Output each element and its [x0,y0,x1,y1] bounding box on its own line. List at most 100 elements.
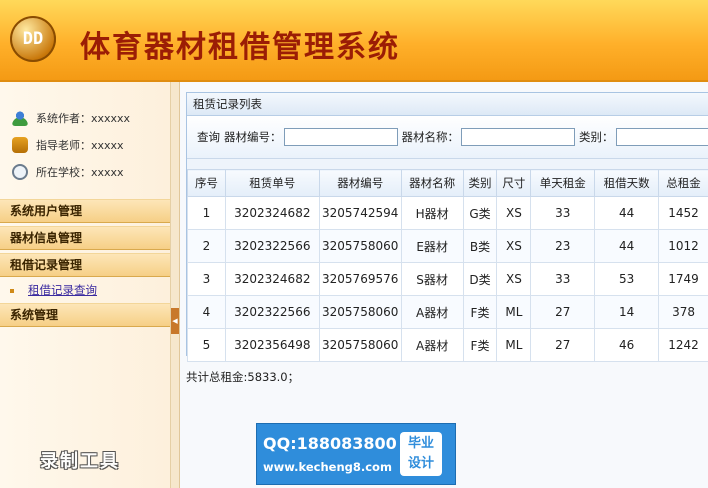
teacher-text: 指导老师：xxxxx [36,138,124,152]
recording-watermark: 录制工具 [40,451,120,472]
table-row[interactable]: 5 3202356498 3205758060 A器材 F类 ML 27 46 … [187,328,708,362]
col-rent-days[interactable]: 租借天数 [594,169,660,197]
cell-size: XS [496,196,532,230]
cell-daily-rent: 27 [530,328,596,362]
query-label: 查询 [197,130,220,144]
total-rent-summary: 共计总租金:5833.0； [186,370,300,384]
cell-equipment-name: E器材 [400,229,464,263]
cell-daily-rent: 33 [530,262,596,296]
cell-category: F类 [462,328,498,362]
cell-total-rent: 1012 [658,229,708,263]
cell-total-rent: 1749 [658,262,708,296]
cell-rental-no: 3202324682 [224,262,320,296]
col-daily-rent[interactable]: 单天租金 [530,169,596,197]
col-index[interactable]: 序号 [187,169,226,197]
cell-rent-days: 44 [594,229,660,263]
cell-size: ML [496,295,532,329]
cell-size: XS [496,262,532,296]
code-label: 器材编号： [224,130,282,144]
cell-equipment-name: S器材 [400,262,464,296]
menu-user-management[interactable]: 系统用户管理 [0,199,170,223]
table-header-row: 序号 租赁单号 器材编号 器材名称 类别 尺寸 单天租金 租借天数 总租金 [187,169,708,197]
collapse-arrow-icon[interactable]: ◀ [171,308,179,334]
teacher-icon [12,136,28,153]
col-category[interactable]: 类别 [462,169,498,197]
cell-rent-days: 46 [594,328,660,362]
badge-line-2: 设计 [407,456,434,471]
col-equipment-code[interactable]: 器材编号 [318,169,402,197]
author-row: 系统作者：xxxxxx [0,104,170,131]
cell-equipment-code: 3205742594 [318,196,402,230]
graduation-design-badge: 毕业 设计 [400,432,442,476]
menu-equipment-management[interactable]: 器材信息管理 [0,226,170,250]
cell-daily-rent: 27 [530,295,596,329]
school-row: 所在学校：xxxxx [0,158,170,185]
cell-index: 4 [187,295,226,329]
cell-daily-rent: 33 [530,196,596,230]
toolbar-spacer [187,159,708,169]
author-info: 系统作者：xxxxxx 指导老师：xxxxx 所在学校：xxxxx [0,82,170,185]
teacher-row: 指导老师：xxxxx [0,131,170,158]
table-row[interactable]: 2 3202322566 3205758060 E器材 B类 XS 23 44 … [187,229,708,263]
cell-rental-no: 3202322566 [224,229,320,263]
sidebar-splitter: ◀ [171,82,180,488]
col-size[interactable]: 尺寸 [496,169,532,197]
table-row[interactable]: 1 3202324682 3205742594 H器材 G类 XS 33 44 … [187,196,708,230]
cell-total-rent: 1452 [658,196,708,230]
search-bar: 查询 器材编号： 器材名称： 类别： [187,116,708,159]
menu-rental-query-label: 租借记录查询 [28,283,97,297]
user-icon [12,109,28,126]
cell-category: F类 [462,295,498,329]
col-rental-no[interactable]: 租赁单号 [224,169,320,197]
menu-system-management[interactable]: 系统管理 [0,303,170,327]
table-row[interactable]: 3 3202324682 3205769576 S器材 D类 XS 33 53 … [187,262,708,296]
sidebar: 系统作者：xxxxxx 指导老师：xxxxx 所在学校：xxxxx 系统用户管理… [0,82,171,488]
bullet-icon [10,288,14,293]
badge-line-1: 毕业 [407,436,434,451]
cell-rental-no: 3202356498 [224,328,320,362]
app-header: DD 体育器材租借管理系统 [0,0,708,82]
cell-index: 3 [187,262,226,296]
author-text: 系统作者：xxxxxx [36,111,131,125]
qq-number: QQ:188083800 [263,434,397,453]
school-text: 所在学校：xxxxx [36,165,124,179]
menu-rental-management[interactable]: 租借记录管理 [0,253,170,277]
cell-category: B类 [462,229,498,263]
cell-equipment-name: A器材 [400,328,464,362]
type-label: 类别： [579,130,614,144]
menu-rental-query[interactable]: 租借记录查询 [0,280,170,300]
cell-equipment-name: A器材 [400,295,464,329]
cell-equipment-code: 3205758060 [318,229,402,263]
logo: DD [10,16,56,62]
contact-watermark: QQ:188083800 www.kecheng8.com 毕业 设计 [256,423,456,485]
equipment-name-input[interactable] [461,128,575,146]
cell-index: 1 [187,196,226,230]
col-total-rent[interactable]: 总租金 [658,169,708,197]
cell-daily-rent: 23 [530,229,596,263]
name-label: 器材名称： [401,130,460,144]
app-title: 体育器材租借管理系统 [80,30,400,65]
cell-equipment-code: 3205758060 [318,295,402,329]
col-equipment-name[interactable]: 器材名称 [400,169,464,197]
category-input[interactable] [615,128,708,146]
cell-rent-days: 53 [594,262,660,296]
cell-rent-days: 44 [594,196,660,230]
cell-rent-days: 14 [594,295,660,329]
cell-category: G类 [462,196,498,230]
cell-category: D类 [462,262,498,296]
school-icon [12,163,28,180]
panel-title: 租赁记录列表 [187,93,708,116]
rental-table: 序号 租赁单号 器材编号 器材名称 类别 尺寸 单天租金 租借天数 总租金 1 … [187,169,708,362]
cell-equipment-name: H器材 [400,196,464,230]
rental-record-panel: 租赁记录列表 查询 器材编号： 器材名称： 类别： 序号 租赁单号 器材编号 器… [186,92,708,362]
cell-total-rent: 1242 [658,328,708,362]
sidebar-menu: 系统用户管理 器材信息管理 租借记录管理 租借记录查询 系统管理 [0,199,170,327]
equipment-code-input[interactable] [283,128,398,146]
cell-total-rent: 378 [658,295,708,329]
website-url: www.kecheng8.com [263,460,392,474]
cell-equipment-code: 3205769576 [318,262,402,296]
table-row[interactable]: 4 3202322566 3205758060 A器材 F类 ML 27 14 … [187,295,708,329]
cell-rental-no: 3202324682 [224,196,320,230]
cell-index: 5 [187,328,226,362]
cell-size: ML [496,328,532,362]
